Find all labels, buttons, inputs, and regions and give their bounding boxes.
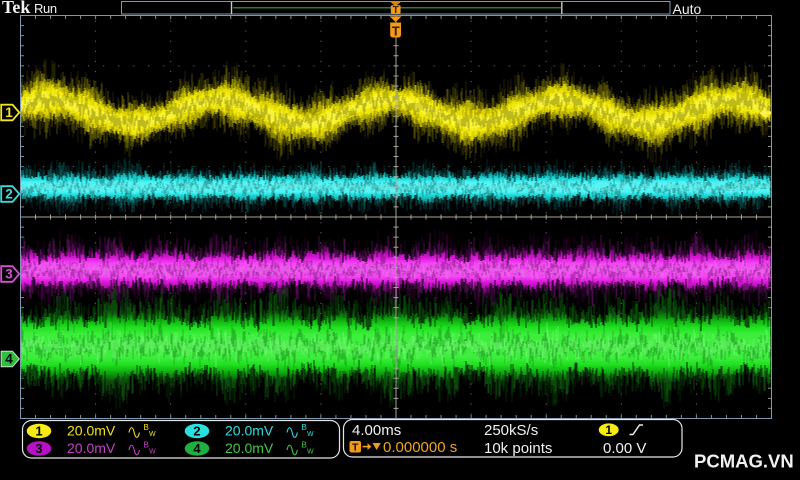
svg-text:0.00 V: 0.00 V [603,440,646,457]
svg-text:T: T [392,24,400,39]
svg-text:4: 4 [193,441,201,456]
svg-text:Auto: Auto [673,1,702,17]
svg-text:20.0mV: 20.0mV [225,440,274,456]
svg-text:2: 2 [5,187,13,202]
svg-text:20.0mV: 20.0mV [225,423,274,439]
svg-text:20.0mV: 20.0mV [67,423,116,439]
svg-text:4.00ms: 4.00ms [352,422,401,439]
svg-text:4: 4 [5,352,13,367]
svg-text:20.0mV: 20.0mV [67,440,116,456]
svg-text:T: T [393,5,399,16]
svg-text:10k points: 10k points [484,440,552,457]
svg-text:3: 3 [5,267,13,282]
svg-text:2: 2 [193,424,200,439]
svg-text:0.000000 s: 0.000000 s [383,439,457,456]
svg-text:Tek: Tek [2,0,30,17]
svg-text:PCMAG.VN: PCMAG.VN [694,451,794,472]
svg-text:W: W [149,431,156,438]
svg-text:250kS/s: 250kS/s [484,422,538,439]
svg-text:W: W [149,449,156,456]
svg-text:1: 1 [35,424,42,439]
svg-text:3: 3 [35,441,42,456]
svg-text:Run: Run [34,1,57,16]
svg-text:1: 1 [605,423,612,437]
svg-text:T: T [352,442,359,454]
svg-text:W: W [307,449,314,456]
svg-text:W: W [307,431,314,438]
svg-text:1: 1 [5,105,13,120]
